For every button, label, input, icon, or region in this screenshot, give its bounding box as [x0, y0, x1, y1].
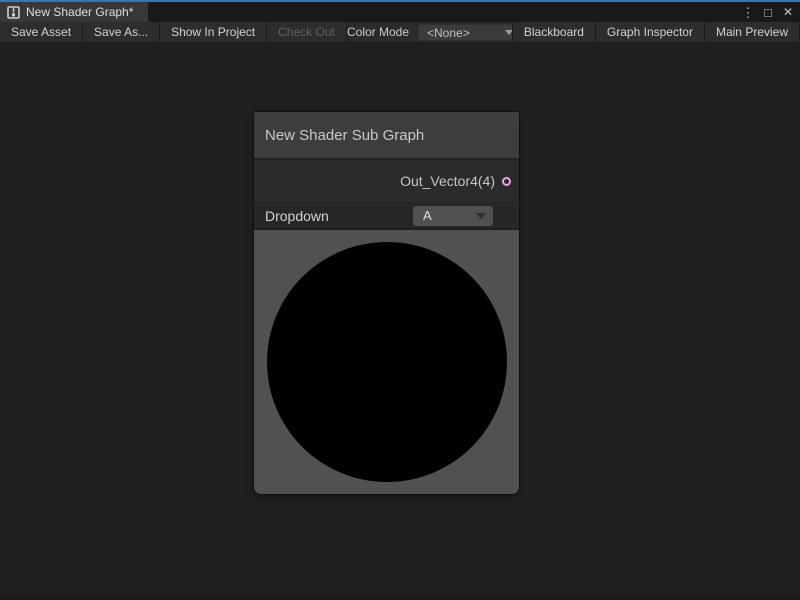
- color-mode-dropdown[interactable]: <None>: [418, 24, 520, 41]
- preview-shape-circle: [267, 242, 507, 482]
- output-port-label: Out_Vector4(4): [400, 173, 495, 189]
- tab-bar: New Shader Graph* ⋮ □ ✕: [0, 2, 800, 22]
- node-dropdown-row: Dropdown A: [254, 203, 519, 230]
- toolbar-right-group: Blackboard Graph Inspector Main Preview: [512, 22, 800, 42]
- dropdown-control-label: Dropdown: [265, 208, 413, 224]
- window-controls: ⋮ □ ✕: [740, 2, 796, 22]
- window-bottom-edge: [0, 596, 800, 600]
- color-mode-label: Color Mode: [347, 22, 409, 42]
- chevron-down-icon: [476, 213, 486, 219]
- main-preview-toggle-button[interactable]: Main Preview: [705, 22, 800, 42]
- tab-title: New Shader Graph*: [26, 5, 133, 19]
- check-out-button: Check Out: [267, 22, 347, 42]
- graph-inspector-toggle-button[interactable]: Graph Inspector: [596, 22, 705, 42]
- color-mode-selected-value: <None>: [427, 26, 505, 40]
- node-dropdown-select[interactable]: A: [413, 206, 493, 226]
- tab-new-shader-graph[interactable]: New Shader Graph*: [0, 2, 148, 22]
- maximize-icon[interactable]: □: [760, 4, 776, 20]
- blackboard-toggle-button[interactable]: Blackboard: [512, 22, 596, 42]
- close-icon[interactable]: ✕: [780, 4, 796, 20]
- shader-graph-asset-icon: [7, 6, 20, 19]
- save-as-button[interactable]: Save As...: [83, 22, 160, 42]
- save-asset-button[interactable]: Save Asset: [0, 22, 83, 42]
- node-preview-pane[interactable]: [254, 230, 519, 494]
- sub-graph-output-node[interactable]: New Shader Sub Graph Out_Vector4(4) Drop…: [254, 112, 519, 494]
- node-title-bar[interactable]: New Shader Sub Graph: [254, 112, 519, 160]
- node-dropdown-selected-value: A: [423, 208, 476, 223]
- toolbar-left-group: Save Asset Save As... Show In Project Ch…: [0, 22, 347, 42]
- vector4-port-icon[interactable]: [502, 177, 511, 186]
- node-output-port-row: Out_Vector4(4): [254, 160, 519, 203]
- graph-toolbar: Save Asset Save As... Show In Project Ch…: [0, 22, 800, 43]
- show-in-project-button[interactable]: Show In Project: [160, 22, 267, 42]
- node-title: New Shader Sub Graph: [265, 127, 424, 144]
- window-menu-icon[interactable]: ⋮: [740, 4, 756, 20]
